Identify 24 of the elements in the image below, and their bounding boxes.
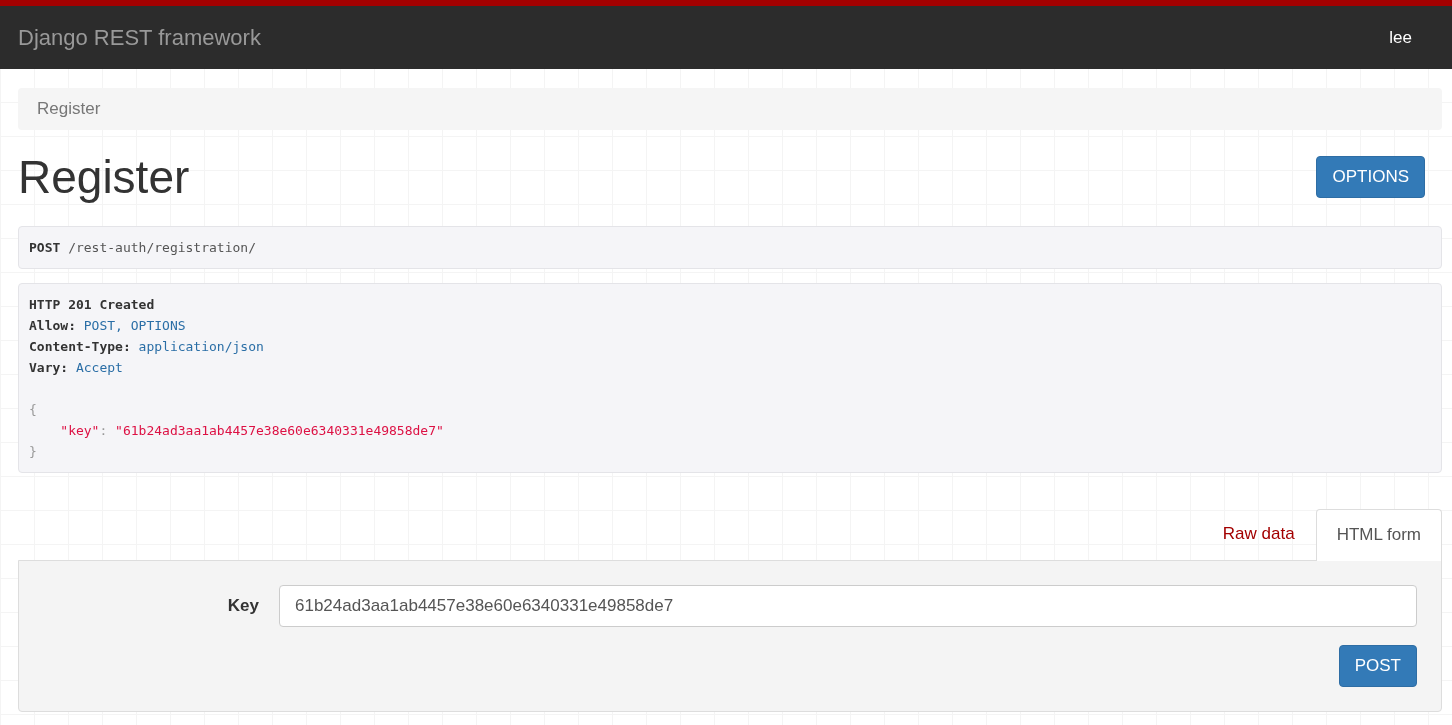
header-name: Content-Type:	[29, 339, 131, 354]
key-input[interactable]: 61b24ad3aa1ab4457e38e60e6340331e49858de7	[279, 585, 1417, 627]
field-label: Key	[226, 596, 259, 616]
json-brace: }	[29, 444, 37, 459]
header-name: Vary:	[29, 360, 69, 375]
user-menu[interactable]: lee	[1389, 27, 1412, 48]
json-key: "key"	[60, 423, 100, 438]
json-colon: :	[99, 423, 108, 438]
request-path: /rest-auth/registration/	[68, 240, 256, 255]
header-name: Allow:	[29, 318, 76, 333]
response-status: HTTP 201 Created	[29, 297, 155, 312]
post-button[interactable]: POST	[1338, 645, 1417, 687]
tab[interactable]: Raw data	[1201, 508, 1316, 560]
tab[interactable]: HTML form	[1315, 509, 1442, 561]
header-value: Accept	[75, 360, 123, 375]
options-button[interactable]: OPTIONS	[1316, 156, 1425, 198]
json-brace: {	[29, 402, 37, 417]
request-method: POST	[29, 240, 61, 255]
page-title: Register	[18, 150, 190, 204]
breadcrumb-item[interactable]: Register	[37, 99, 101, 118]
header-value: POST, OPTIONS	[83, 318, 186, 333]
json-value: "61b24ad3aa1ab4457e38e60e6340331e49858de7"	[115, 423, 444, 438]
header-value: application/json	[138, 339, 264, 354]
brand-name[interactable]: Django REST framework	[18, 24, 261, 51]
